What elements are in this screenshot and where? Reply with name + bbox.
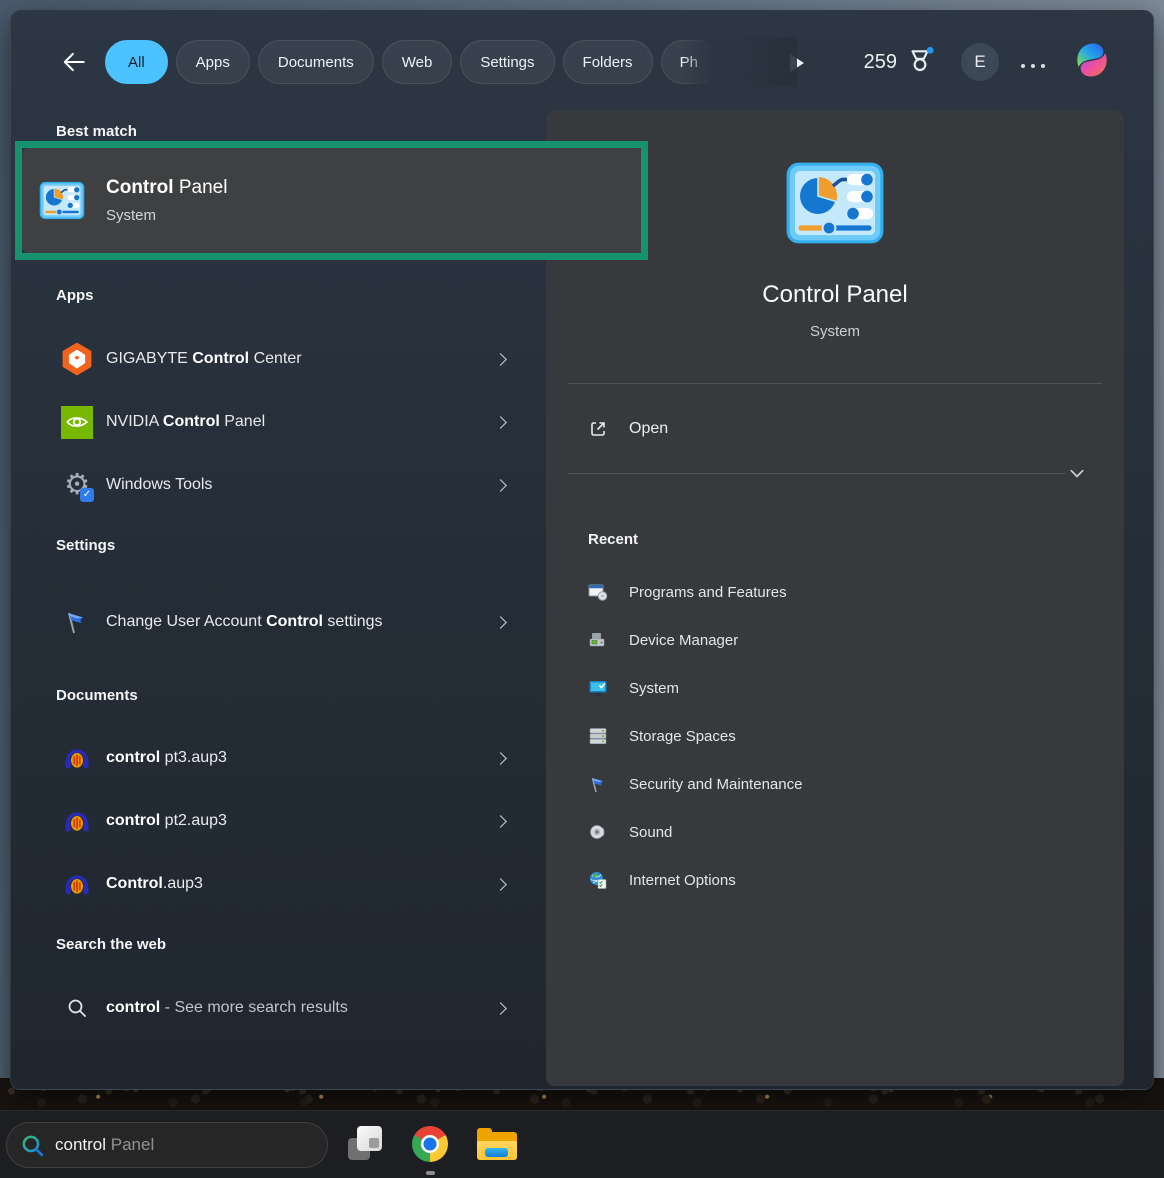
taskbar-search-box[interactable]: control Panel — [6, 1122, 328, 1168]
storage-spaces-icon — [588, 726, 608, 746]
result-gigabyte-control-center[interactable]: GIGABYTE Control Center — [31, 328, 523, 390]
search-icon — [61, 992, 93, 1024]
device-manager-icon — [588, 630, 608, 650]
recent-item-internet-options[interactable]: Internet Options — [588, 862, 1088, 898]
tab-apps[interactable]: Apps — [176, 40, 250, 84]
programs-and-features-icon — [588, 582, 608, 602]
apps-header: Apps — [56, 287, 94, 304]
result-document-control[interactable]: Control.aup3 — [31, 853, 523, 915]
nvidia-logo-icon — [61, 406, 93, 438]
back-button[interactable] — [61, 49, 87, 75]
tabs-fade-overlay — [737, 37, 797, 87]
windows-tools-icon: ⚙✓ — [61, 469, 93, 501]
result-change-uac-settings[interactable]: Change User Account Control settings — [31, 578, 523, 666]
file-explorer-icon[interactable] — [477, 1128, 517, 1160]
control-panel-icon-large — [785, 161, 885, 245]
internet-globe-icon — [588, 870, 608, 890]
audacity-file-icon — [61, 868, 93, 900]
detail-app-subtitle: System — [546, 323, 1124, 340]
open-external-icon — [588, 419, 608, 439]
chevron-right-icon — [494, 479, 507, 492]
start-search-flyout: All Apps Documents Web Settings Folders … — [10, 10, 1154, 1090]
settings-header: Settings — [56, 537, 115, 554]
account-avatar[interactable]: E — [961, 43, 999, 81]
audacity-file-icon — [61, 805, 93, 837]
play-icon[interactable] — [790, 54, 804, 72]
tab-web[interactable]: Web — [382, 40, 453, 84]
result-web-search-control[interactable]: control - See more search results — [31, 977, 523, 1039]
copilot-icon[interactable] — [1069, 37, 1115, 83]
recent-item-system[interactable]: System — [588, 670, 1088, 706]
gigabyte-logo-icon — [61, 343, 93, 375]
recent-item-sound[interactable]: Sound — [588, 814, 1088, 850]
recent-item-programs-and-features[interactable]: Programs and Features — [588, 574, 1088, 610]
control-panel-icon — [39, 181, 85, 220]
audacity-file-icon — [61, 742, 93, 774]
result-detail-panel: Control Panel System Open Recent Program… — [546, 111, 1124, 1086]
rewards-points: 259 — [849, 51, 897, 74]
uac-flag-icon — [61, 606, 93, 638]
rewards-medal-icon[interactable] — [905, 46, 935, 78]
chevron-right-icon — [494, 353, 507, 366]
divider — [568, 473, 1066, 474]
result-nvidia-control-panel[interactable]: NVIDIA Control Panel — [31, 391, 523, 453]
tab-settings[interactable]: Settings — [460, 40, 554, 84]
chevron-right-icon — [494, 416, 507, 429]
search-query-text: control — [55, 1135, 106, 1155]
tab-all[interactable]: All — [105, 40, 168, 84]
detail-app-title: Control Panel — [546, 281, 1124, 309]
chevron-right-icon — [494, 616, 507, 629]
chevron-right-icon — [494, 752, 507, 765]
best-match-header: Best match — [56, 123, 137, 140]
divider — [568, 383, 1102, 384]
recent-item-storage-spaces[interactable]: Storage Spaces — [588, 718, 1088, 754]
security-flag-icon — [588, 774, 608, 794]
result-document-control-pt3[interactable]: control pt3.aup3 — [31, 727, 523, 789]
result-document-control-pt2[interactable]: control pt2.aup3 — [31, 790, 523, 852]
chrome-icon[interactable] — [412, 1126, 448, 1162]
recent-item-security-and-maintenance[interactable]: Security and Maintenance — [588, 766, 1088, 802]
documents-header: Documents — [56, 687, 138, 704]
chrome-running-indicator — [426, 1171, 435, 1175]
chevron-down-icon[interactable] — [1068, 464, 1086, 482]
best-match-result-control-panel[interactable]: Control Panel System — [22, 148, 642, 253]
search-suggestion-text: Panel — [106, 1135, 154, 1155]
chevron-right-icon — [494, 1002, 507, 1015]
search-filter-tabs: All Apps Documents Web Settings Folders … — [105, 39, 719, 85]
taskbar: control Panel — [0, 1110, 1164, 1178]
best-match-title: Control Panel — [106, 177, 227, 199]
open-action[interactable]: Open — [588, 409, 668, 449]
recent-item-device-manager[interactable]: Device Manager — [588, 622, 1088, 658]
best-match-subtitle: System — [106, 207, 227, 224]
back-arrow-icon — [61, 49, 87, 75]
result-windows-tools[interactable]: ⚙✓ Windows Tools — [31, 454, 523, 516]
more-options-icon[interactable] — [1017, 60, 1049, 72]
system-monitor-icon — [588, 678, 608, 698]
tab-folders[interactable]: Folders — [563, 40, 653, 84]
search-the-web-header: Search the web — [56, 936, 166, 953]
chevron-right-icon — [494, 815, 507, 828]
windows-search-icon — [20, 1133, 45, 1158]
tab-photos-truncated[interactable]: Ph — [661, 40, 719, 84]
tab-documents[interactable]: Documents — [258, 40, 374, 84]
recent-header: Recent — [588, 531, 638, 548]
sound-speaker-icon — [588, 822, 608, 842]
chevron-right-icon — [494, 878, 507, 891]
stacked-windows-app-icon[interactable] — [348, 1126, 382, 1160]
